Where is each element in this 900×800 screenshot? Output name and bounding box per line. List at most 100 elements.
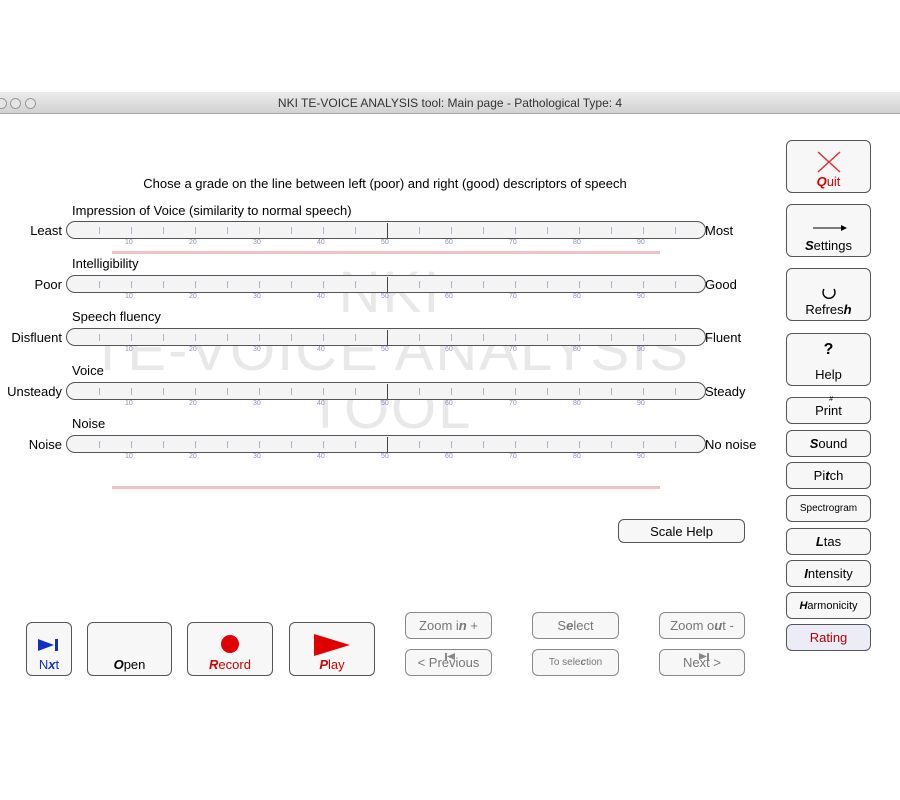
scale-title-impression: Impression of Voice (similarity to norma… bbox=[72, 203, 352, 218]
to-selection-label: To selection bbox=[548, 657, 603, 668]
scale-tick-label: 70 bbox=[509, 400, 517, 407]
scale-title-intelligibility: Intelligibility bbox=[72, 256, 139, 271]
scale-tick bbox=[323, 227, 324, 234]
print-label: Print # bbox=[815, 396, 842, 418]
rating-button[interactable]: Rating bbox=[786, 624, 871, 651]
scale-tick bbox=[547, 441, 548, 448]
play-triangle-icon bbox=[314, 634, 350, 656]
scale-tick bbox=[515, 334, 516, 341]
scale-tick-label: 50 bbox=[381, 453, 389, 460]
scale-tick bbox=[259, 441, 260, 448]
scale-tick bbox=[227, 281, 228, 288]
scale-tick-label: 70 bbox=[509, 239, 517, 246]
ltas-button[interactable]: Ltas bbox=[786, 528, 871, 555]
scale-tick bbox=[323, 334, 324, 341]
spectrogram-button[interactable]: Spectrogram bbox=[786, 495, 871, 522]
scale-tick bbox=[643, 281, 644, 288]
pitch-button[interactable]: Pitch bbox=[786, 462, 871, 489]
scale-tick-label: 10 bbox=[125, 239, 133, 246]
skip-forward-icon bbox=[38, 639, 58, 651]
scale-tick bbox=[163, 441, 164, 448]
scale-tick bbox=[227, 334, 228, 341]
settings-button[interactable]: Settings bbox=[786, 204, 871, 257]
instruction-text: Chose a grade on the line between left (… bbox=[143, 176, 627, 191]
play-button[interactable]: Play bbox=[289, 622, 375, 676]
scale-tick bbox=[643, 388, 644, 395]
close-window-icon[interactable] bbox=[0, 98, 7, 109]
scale-tick bbox=[163, 388, 164, 395]
refresh-arc-icon bbox=[821, 288, 836, 299]
scale-left-label-least: Least bbox=[30, 223, 62, 238]
skip-back-icon bbox=[445, 653, 455, 660]
zoom-window-icon[interactable] bbox=[25, 98, 36, 109]
scale-tick bbox=[547, 334, 548, 341]
scale-tick bbox=[323, 388, 324, 395]
minimize-window-icon[interactable] bbox=[10, 98, 21, 109]
rating-track-intelligibility[interactable] bbox=[66, 275, 706, 293]
quit-button[interactable]: Quit bbox=[786, 140, 871, 193]
refresh-button[interactable]: Refresh bbox=[786, 268, 871, 321]
rating-track-voice[interactable] bbox=[66, 382, 706, 400]
scale-tick bbox=[259, 281, 260, 288]
scale-tick bbox=[291, 388, 292, 395]
help-button[interactable]: ? Help bbox=[786, 333, 871, 386]
scale-tick bbox=[579, 227, 580, 234]
scale-tick bbox=[195, 334, 196, 341]
scale-right-label-no-noise: No noise bbox=[705, 437, 757, 452]
scale-tick-label: 90 bbox=[637, 400, 645, 407]
scale-tick-label: 60 bbox=[445, 453, 453, 460]
scale-tick-label: 70 bbox=[509, 453, 517, 460]
harmonicity-button[interactable]: Harmonicity bbox=[786, 592, 871, 619]
scale-tick bbox=[99, 281, 100, 288]
record-label: Record bbox=[209, 657, 251, 672]
previous-button[interactable]: < Previous bbox=[405, 649, 492, 676]
refresh-label: Refresh bbox=[805, 302, 852, 317]
scale-tick-label: 90 bbox=[637, 239, 645, 246]
scale-left-label-unsteady: Unsteady bbox=[7, 384, 62, 399]
zoom-out-button[interactable]: Zoom out - bbox=[659, 612, 745, 639]
main-canvas: NKI TE-VOICE ANALYSIS TOOL Chose a grade… bbox=[0, 114, 900, 800]
scale-tick-label: 20 bbox=[189, 346, 197, 353]
print-shortcut-mark: # bbox=[829, 396, 834, 403]
scale-tick bbox=[195, 441, 196, 448]
scale-right-label-steady: Steady bbox=[705, 384, 746, 399]
scale-tick bbox=[195, 227, 196, 234]
scale-tick-label: 10 bbox=[125, 293, 133, 300]
print-button[interactable]: Print # bbox=[786, 396, 871, 424]
rating-track-impression[interactable] bbox=[66, 221, 706, 239]
scale-tick-label: 60 bbox=[445, 400, 453, 407]
next-file-button[interactable]: Nxt bbox=[26, 622, 72, 676]
scale-midpoint-tick bbox=[387, 330, 388, 345]
scale-tick-label: 40 bbox=[317, 293, 325, 300]
scale-tick bbox=[547, 388, 548, 395]
scale-tick-label: 30 bbox=[253, 239, 261, 246]
scale-tick-label: 50 bbox=[381, 293, 389, 300]
scale-tick bbox=[355, 441, 356, 448]
next-page-button[interactable]: Next > bbox=[659, 649, 745, 676]
scale-tick bbox=[515, 227, 516, 234]
intensity-button[interactable]: Intensity bbox=[786, 560, 871, 587]
skip-forward-small-icon bbox=[699, 653, 709, 660]
scale-right-label-most: Most bbox=[705, 223, 734, 238]
select-button[interactable]: Select bbox=[532, 612, 619, 639]
arrow-right-icon bbox=[812, 225, 847, 231]
record-button[interactable]: Record bbox=[187, 622, 273, 676]
rating-track-noise[interactable] bbox=[66, 435, 706, 453]
scale-tick bbox=[451, 227, 452, 234]
scale-midpoint-tick bbox=[387, 437, 388, 452]
scale-tick bbox=[227, 441, 228, 448]
scale-tick bbox=[163, 334, 164, 341]
scale-tick bbox=[579, 334, 580, 341]
scale-tick bbox=[99, 388, 100, 395]
rating-track-fluency[interactable] bbox=[66, 328, 706, 346]
close-x-icon bbox=[816, 151, 841, 173]
scale-help-button[interactable]: Scale Help bbox=[618, 519, 745, 543]
to-selection-button[interactable]: To selection bbox=[532, 649, 619, 676]
zoom-in-button[interactable]: Zoom in + bbox=[405, 612, 492, 639]
scale-midpoint-tick bbox=[387, 277, 388, 292]
sound-button[interactable]: Sound bbox=[786, 430, 871, 457]
open-button[interactable]: Open bbox=[87, 622, 172, 676]
scale-tick-label: 20 bbox=[189, 453, 197, 460]
scale-tick-label: 80 bbox=[573, 293, 581, 300]
quit-label: Quit bbox=[816, 174, 841, 189]
